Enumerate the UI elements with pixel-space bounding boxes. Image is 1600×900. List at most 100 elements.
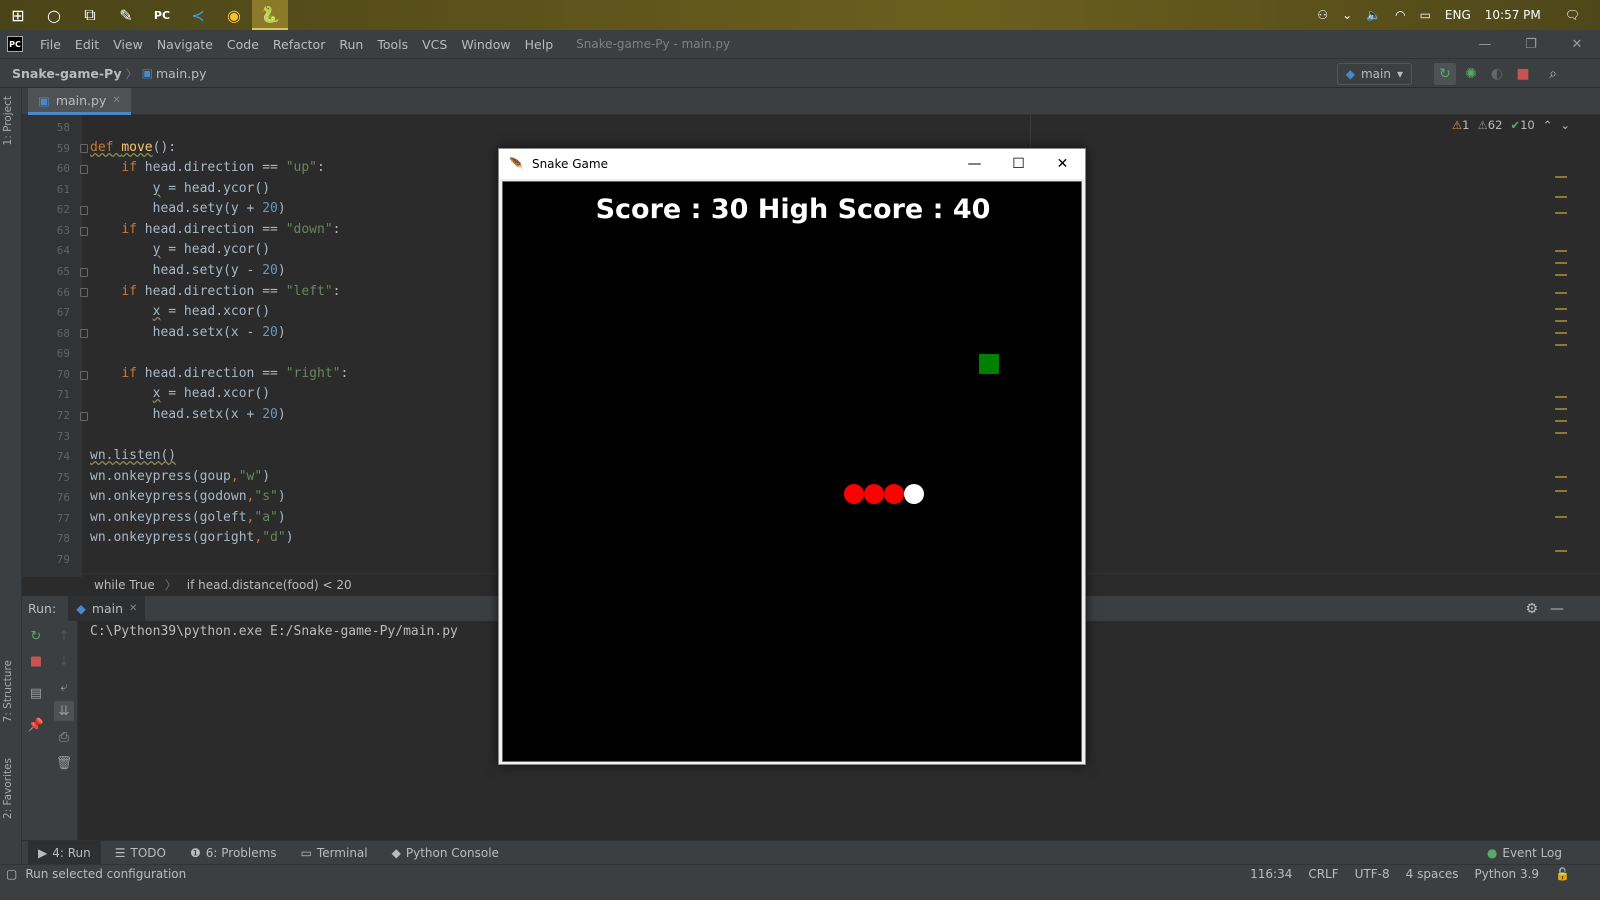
- layout-icon[interactable]: ▤: [26, 683, 46, 703]
- chevron-up-icon[interactable]: ⌄: [1342, 8, 1352, 22]
- fold-marker-icon[interactable]: [80, 329, 88, 338]
- maximize-icon[interactable]: ☐: [996, 149, 1041, 179]
- stripe-mark[interactable]: [1555, 516, 1567, 518]
- windows-start-icon[interactable]: ⊞: [0, 0, 36, 30]
- menu-tools[interactable]: Tools: [370, 37, 415, 52]
- restore-icon[interactable]: ❐: [1508, 30, 1554, 58]
- debug-icon[interactable]: ✺: [1460, 63, 1482, 85]
- fold-marker-icon[interactable]: [80, 371, 88, 380]
- run-configuration-select[interactable]: ◆ main ▾: [1336, 63, 1412, 85]
- notepad-icon[interactable]: ✎: [108, 0, 144, 30]
- fold-marker-icon[interactable]: [80, 268, 88, 277]
- indent-setting[interactable]: 4 spaces: [1406, 867, 1459, 881]
- close-icon[interactable]: ✕: [1554, 30, 1600, 58]
- warning-count[interactable]: ⚠62: [1477, 118, 1502, 132]
- menu-code[interactable]: Code: [220, 37, 266, 52]
- fold-marker-icon[interactable]: [80, 227, 88, 236]
- notifications-icon[interactable]: 🗨: [1565, 8, 1580, 22]
- python-turtle-icon[interactable]: 🐍: [252, 0, 288, 30]
- vscode-icon[interactable]: ≺: [180, 0, 216, 30]
- minimize-icon[interactable]: —: [952, 149, 997, 179]
- hide-panel-icon[interactable]: —: [1550, 601, 1564, 617]
- toolwindow-run[interactable]: ▶ 4: Run: [28, 840, 101, 865]
- arrow-up-icon[interactable]: ↑: [54, 626, 74, 646]
- menu-file[interactable]: File: [33, 37, 68, 52]
- python-interpreter[interactable]: Python 3.9: [1475, 867, 1540, 881]
- clock[interactable]: 10:57 PM: [1485, 8, 1541, 22]
- favorites-tool-tab[interactable]: 2: Favorites: [2, 758, 14, 819]
- breadcrumb-if[interactable]: if head.distance(food) < 20: [187, 578, 352, 592]
- fold-marker-icon[interactable]: [80, 206, 88, 215]
- soft-wrap-icon[interactable]: ⤶: [54, 677, 74, 697]
- error-stripe[interactable]: [1555, 140, 1567, 570]
- volume-icon[interactable]: 🔈: [1366, 8, 1381, 22]
- language-indicator[interactable]: ENG: [1445, 8, 1471, 22]
- breadcrumb-file[interactable]: main.py: [156, 66, 207, 81]
- stripe-mark[interactable]: [1555, 432, 1567, 434]
- menu-navigate[interactable]: Navigate: [150, 37, 220, 52]
- scroll-to-end-icon[interactable]: ⇊: [54, 701, 74, 721]
- event-log-button[interactable]: ● Event Log: [1477, 841, 1572, 865]
- task-view-icon[interactable]: ⧉: [72, 0, 108, 30]
- stripe-mark[interactable]: [1555, 396, 1567, 398]
- menu-run[interactable]: Run: [332, 37, 370, 52]
- caret-position[interactable]: 116:34: [1250, 867, 1292, 881]
- fold-marker-icon[interactable]: [80, 412, 88, 421]
- stripe-mark[interactable]: [1555, 308, 1567, 310]
- print-icon[interactable]: ⎙: [54, 727, 74, 747]
- stripe-mark[interactable]: [1555, 344, 1567, 346]
- menu-window[interactable]: Window: [454, 37, 517, 52]
- arrow-down-icon[interactable]: ↓: [54, 651, 74, 671]
- minimize-icon[interactable]: —: [1462, 30, 1508, 58]
- status-square-icon[interactable]: ▢: [6, 867, 17, 881]
- stripe-mark[interactable]: [1555, 250, 1567, 252]
- breadcrumb-project[interactable]: Snake-game-Py: [12, 66, 122, 81]
- stop-icon[interactable]: ■: [1512, 63, 1534, 85]
- chrome-icon[interactable]: ◉: [216, 0, 252, 30]
- menu-view[interactable]: View: [106, 37, 150, 52]
- structure-tool-tab[interactable]: 7: Structure: [2, 660, 14, 722]
- coverage-icon[interactable]: ◐: [1486, 63, 1508, 85]
- menu-edit[interactable]: Edit: [68, 37, 106, 52]
- file-encoding[interactable]: UTF-8: [1355, 867, 1390, 881]
- stripe-mark[interactable]: [1555, 476, 1567, 478]
- search-icon[interactable]: ⌕: [1542, 63, 1564, 85]
- stripe-mark[interactable]: [1555, 408, 1567, 410]
- stripe-mark[interactable]: [1555, 196, 1567, 198]
- menu-help[interactable]: Help: [518, 37, 561, 52]
- menu-refactor[interactable]: Refactor: [266, 37, 332, 52]
- lock-icon[interactable]: 🔓: [1555, 867, 1570, 881]
- stripe-mark[interactable]: [1555, 490, 1567, 492]
- pycharm-icon[interactable]: PC: [144, 0, 180, 30]
- inspection-widget[interactable]: ⚠1 ⚠62 ✔10 ⌃ ⌄: [1452, 118, 1570, 132]
- error-count[interactable]: ⚠1: [1452, 118, 1470, 132]
- stripe-mark[interactable]: [1555, 274, 1567, 276]
- toolwindow-todo[interactable]: ☰ TODO: [105, 841, 176, 865]
- menu-vcs[interactable]: VCS: [415, 37, 454, 52]
- toolwindow-problems[interactable]: ❶ 6: Problems: [180, 841, 287, 865]
- tab-main-py[interactable]: ▣ main.py ✕: [28, 88, 131, 115]
- stripe-mark[interactable]: [1555, 332, 1567, 334]
- rerun-icon[interactable]: ↻: [1434, 63, 1456, 85]
- breadcrumb-while[interactable]: while True: [94, 578, 155, 592]
- run-tab-main[interactable]: ◆ main ✕: [68, 596, 146, 621]
- stripe-mark[interactable]: [1555, 176, 1567, 178]
- fold-marker-icon[interactable]: [80, 165, 88, 174]
- chevron-up-icon[interactable]: ⌃: [1543, 118, 1553, 132]
- stripe-mark[interactable]: [1555, 320, 1567, 322]
- line-separator[interactable]: CRLF: [1308, 867, 1338, 881]
- stop-icon[interactable]: ■: [26, 651, 46, 671]
- stripe-mark[interactable]: [1555, 550, 1567, 552]
- wifi-icon[interactable]: ◠: [1395, 8, 1405, 22]
- search-circle-icon[interactable]: ○: [36, 0, 72, 30]
- people-icon[interactable]: ⚇: [1317, 8, 1328, 22]
- chevron-down-icon[interactable]: ⌄: [1560, 118, 1570, 132]
- close-icon[interactable]: ✕: [1040, 149, 1085, 179]
- battery-icon[interactable]: ▭: [1420, 8, 1431, 22]
- toolwindow-terminal[interactable]: ▭ Terminal: [291, 841, 378, 865]
- settings-gear-icon[interactable]: ⚙: [1525, 601, 1538, 617]
- trash-icon[interactable]: 🗑: [54, 753, 74, 773]
- stripe-mark[interactable]: [1555, 262, 1567, 264]
- fold-marker-icon[interactable]: [80, 288, 88, 297]
- pin-icon[interactable]: 📌: [26, 715, 46, 735]
